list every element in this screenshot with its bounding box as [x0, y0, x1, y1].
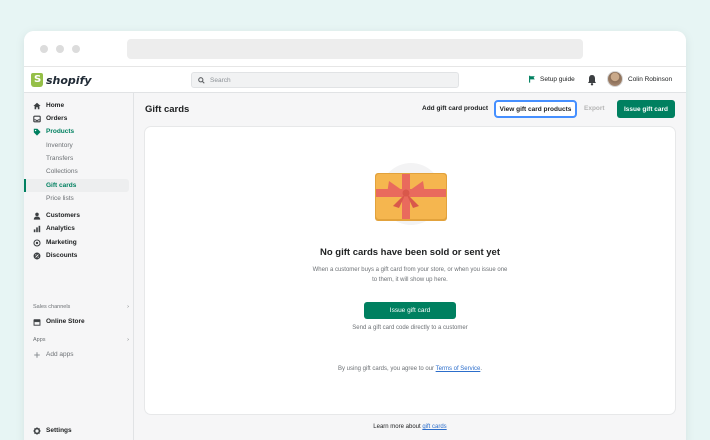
issue-gift-card-button[interactable]: Issue gift card [364, 302, 456, 319]
empty-state-title: No gift cards have been sold or sent yet [319, 247, 501, 258]
tag-icon [33, 128, 41, 136]
sales-channels-label: Sales channels [33, 304, 71, 310]
empty-state-description: When a customer buys a gift card from yo… [312, 267, 508, 283]
address-bar[interactable] [127, 39, 583, 59]
sidebar-item-gift-cards[interactable]: Gift cards [24, 179, 129, 192]
page-title: Gift cards [145, 104, 190, 115]
sidebar-item-label: Settings [46, 427, 72, 434]
sidebar-item-marketing[interactable]: Marketing [24, 236, 129, 249]
brand-name: shopify [46, 73, 92, 87]
person-icon [33, 212, 41, 220]
sidebar-item-online-store[interactable]: Online Store [24, 315, 129, 328]
sidebar-item-inventory[interactable]: Inventory [24, 139, 129, 152]
window-dot-close[interactable] [40, 45, 48, 53]
apps-label: Apps [33, 337, 46, 343]
avatar [607, 71, 623, 87]
bar-chart-icon [33, 225, 41, 232]
sidebar-item-analytics[interactable]: Analytics [24, 222, 129, 235]
gift-cards-help-link[interactable]: gift cards [422, 424, 446, 430]
sidebar-item-price-lists[interactable]: Price lists [24, 192, 129, 205]
sidebar-item-discounts[interactable]: Discounts [24, 249, 129, 262]
sidebar: Home Orders Products Inventory Transfers… [24, 93, 134, 440]
store-icon [33, 318, 41, 326]
learn-more-prefix: Learn more about [373, 424, 421, 430]
terms-prefix: By using gift cards, you agree to our [338, 366, 435, 372]
bell-icon[interactable] [587, 74, 597, 86]
sidebar-item-products[interactable]: Products [24, 125, 129, 138]
target-icon [33, 238, 41, 247]
window-dot-maximize[interactable] [72, 45, 80, 53]
shopify-logo[interactable]: shopify [31, 72, 92, 88]
sidebar-item-label: Orders [46, 115, 68, 122]
sidebar-item-transfers[interactable]: Transfers [24, 152, 129, 165]
gift-card-illustration [375, 163, 447, 225]
apps-heading[interactable]: Apps › [33, 337, 129, 343]
main-content: Gift cards Add gift card product View gi… [134, 93, 686, 440]
search-input[interactable]: Search [191, 72, 459, 88]
terms-text: By using gift cards, you agree to our Te… [145, 366, 675, 372]
sidebar-item-label: Home [46, 102, 65, 109]
sidebar-item-label: Customers [46, 212, 80, 219]
sidebar-item-add-apps[interactable]: Add apps [24, 348, 129, 361]
admin-topbar: shopify Search Setup guide Colin Robinso… [24, 67, 686, 93]
user-menu[interactable]: Colin Robinson [607, 71, 672, 87]
orders-icon [33, 115, 41, 122]
gear-icon [33, 426, 41, 435]
flag-icon [529, 75, 535, 83]
add-gift-card-product-button[interactable]: Add gift card product [422, 105, 488, 112]
learn-more-text: Learn more about gift cards [134, 424, 686, 430]
view-gift-card-products-button[interactable]: View gift card products [494, 100, 577, 118]
search-icon [198, 76, 205, 84]
chevron-right-icon: › [127, 304, 129, 310]
export-button[interactable]: Export [584, 105, 605, 112]
sales-channels-heading[interactable]: Sales channels › [33, 304, 129, 310]
setup-guide-label: Setup guide [540, 75, 575, 83]
discount-icon [33, 252, 41, 259]
empty-state-helper: Send a gift card code directly to a cust… [352, 325, 468, 331]
terms-of-service-link[interactable]: Terms of Service [436, 366, 481, 372]
home-icon [33, 102, 41, 109]
sidebar-item-label: Discounts [46, 252, 78, 259]
sidebar-item-orders[interactable]: Orders [24, 112, 129, 125]
sidebar-item-collections[interactable]: Collections [24, 165, 129, 178]
sidebar-item-label: Add apps [46, 351, 74, 358]
plus-icon [34, 351, 40, 358]
sidebar-item-label: Online Store [46, 318, 85, 325]
sidebar-item-home[interactable]: Home [24, 99, 129, 112]
user-name: Colin Robinson [628, 75, 673, 83]
sidebar-item-label: Marketing [46, 239, 77, 246]
setup-guide-button[interactable]: Setup guide [528, 75, 575, 83]
browser-window: shopify Search Setup guide Colin Robinso… [24, 31, 686, 440]
sidebar-item-settings[interactable]: Settings [24, 424, 129, 437]
browser-chrome [24, 31, 686, 67]
sidebar-item-label: Analytics [46, 225, 75, 232]
chevron-right-icon: › [127, 337, 129, 343]
empty-state-card: No gift cards have been sold or sent yet… [145, 127, 675, 414]
issue-gift-card-header-button[interactable]: Issue gift card [617, 100, 675, 118]
search-placeholder: Search [210, 76, 231, 84]
terms-suffix: . [480, 366, 482, 372]
sidebar-item-label: Products [46, 128, 75, 135]
window-dot-minimize[interactable] [56, 45, 64, 53]
sidebar-item-customers[interactable]: Customers [24, 209, 129, 222]
shopify-bag-icon [31, 73, 43, 87]
